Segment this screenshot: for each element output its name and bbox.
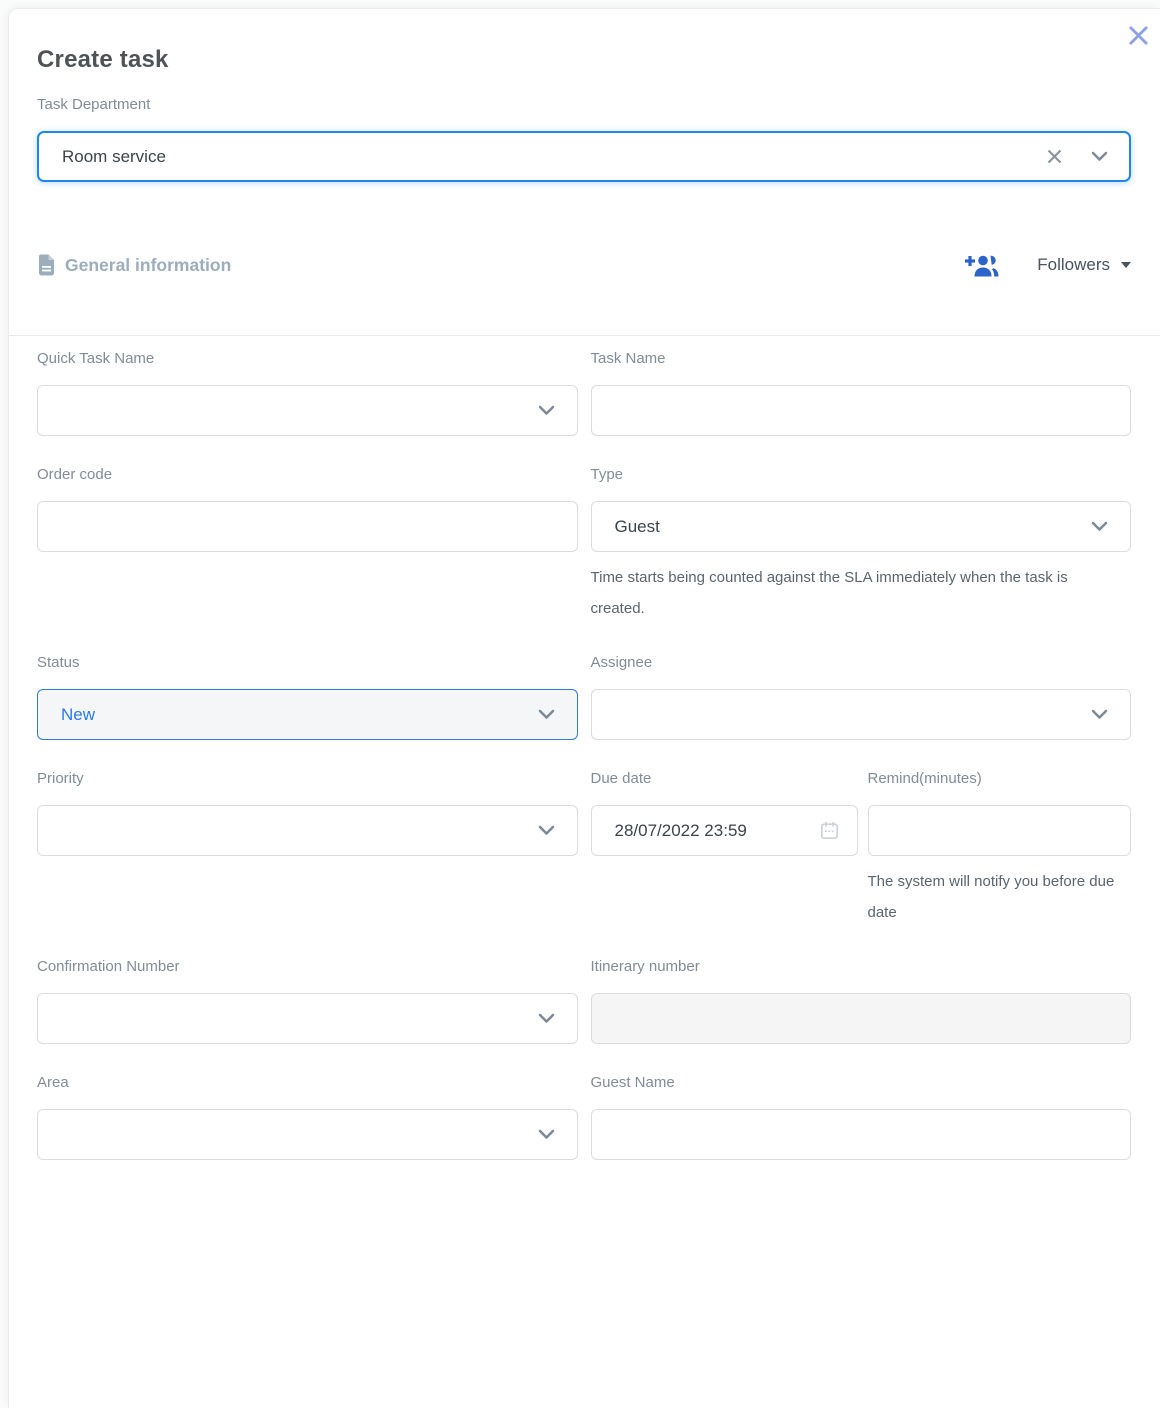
form-row: Status New Assignee — [37, 654, 1131, 740]
due-remind-group: Due date 28/07/2022 23:59 — [591, 770, 1132, 928]
due-date-label: Due date — [591, 770, 858, 788]
type-helper-text: Time starts being counted against the SL… — [591, 562, 1096, 624]
caret-down-icon — [1121, 262, 1131, 268]
remind-helper-text: The system will notify you before due da… — [868, 866, 1132, 928]
remind-field: Remind(minutes) The system will notify y… — [868, 770, 1132, 928]
remind-input[interactable] — [868, 805, 1132, 856]
followers-control[interactable]: Followers — [963, 252, 1131, 279]
quick-task-name-label: Quick Task Name — [37, 350, 578, 368]
task-name-input[interactable] — [591, 385, 1132, 436]
task-department-label: Task Department — [37, 96, 1131, 114]
section-header: General information Followers — [37, 244, 1131, 286]
order-code-field: Order code — [37, 466, 578, 552]
itinerary-number-input — [591, 993, 1132, 1044]
confirmation-number-label: Confirmation Number — [37, 958, 578, 976]
guest-name-field: Guest Name — [591, 1074, 1132, 1160]
guest-name-input[interactable] — [591, 1109, 1132, 1160]
area-select[interactable] — [37, 1109, 578, 1160]
assignee-select[interactable] — [591, 689, 1132, 740]
status-select[interactable]: New — [37, 689, 578, 740]
form-row: Quick Task Name Task Name — [37, 350, 1131, 436]
due-date-value: 28/07/2022 23:59 — [615, 821, 819, 841]
priority-label: Priority — [37, 770, 578, 788]
form-row: Order code Type Guest Time starts being … — [37, 466, 1131, 624]
task-department-value: Room service — [62, 147, 1046, 167]
remind-label: Remind(minutes) — [868, 770, 1132, 788]
calendar-icon[interactable] — [819, 820, 840, 841]
chevron-down-icon — [536, 1124, 557, 1145]
task-name-label: Task Name — [591, 350, 1132, 368]
status-value: New — [61, 705, 536, 725]
form-row: Priority Due date 28/07/2022 23:59 — [37, 770, 1131, 928]
order-code-input[interactable] — [37, 501, 578, 552]
chevron-down-icon — [536, 820, 557, 841]
quick-task-name-field: Quick Task Name — [37, 350, 578, 436]
type-value: Guest — [615, 517, 1090, 537]
section-title-label: General information — [65, 255, 231, 276]
confirmation-number-field: Confirmation Number — [37, 958, 578, 1044]
priority-select[interactable] — [37, 805, 578, 856]
person-add-icon[interactable] — [963, 252, 999, 279]
assignee-label: Assignee — [591, 654, 1132, 672]
task-department-select[interactable]: Room service — [37, 131, 1131, 182]
guest-name-label: Guest Name — [591, 1074, 1132, 1092]
chevron-down-icon[interactable] — [1089, 146, 1110, 167]
type-field: Type Guest Time starts being counted aga… — [591, 466, 1132, 624]
document-icon — [37, 254, 56, 276]
chevron-down-icon — [536, 400, 557, 421]
type-label: Type — [591, 466, 1132, 484]
area-field: Area — [37, 1074, 578, 1160]
due-date-input[interactable]: 28/07/2022 23:59 — [591, 805, 858, 856]
form-row: Area Guest Name — [37, 1074, 1131, 1160]
order-code-label: Order code — [37, 466, 578, 484]
due-date-field: Due date 28/07/2022 23:59 — [591, 770, 858, 928]
section-title: General information — [37, 254, 231, 276]
clear-icon[interactable] — [1046, 148, 1063, 165]
area-label: Area — [37, 1074, 578, 1092]
followers-label: Followers — [1037, 255, 1110, 275]
type-select[interactable]: Guest — [591, 501, 1132, 552]
close-icon[interactable] — [1124, 21, 1152, 49]
status-label: Status — [37, 654, 578, 672]
chevron-down-icon — [1089, 704, 1110, 725]
assignee-field: Assignee — [591, 654, 1132, 740]
page-title: Create task — [37, 46, 1131, 74]
chevron-down-icon — [1089, 516, 1110, 537]
confirmation-number-select[interactable] — [37, 993, 578, 1044]
create-task-form: Quick Task Name Task Name Order cod — [37, 336, 1131, 1160]
priority-field: Priority — [37, 770, 578, 856]
status-field: Status New — [37, 654, 578, 740]
quick-task-name-select[interactable] — [37, 385, 578, 436]
itinerary-number-field: Itinerary number — [591, 958, 1132, 1044]
itinerary-number-label: Itinerary number — [591, 958, 1132, 976]
create-task-modal: Create task Task Department Room service — [8, 8, 1160, 1408]
chevron-down-icon — [536, 1008, 557, 1029]
task-name-field: Task Name — [591, 350, 1132, 436]
form-row: Confirmation Number Itinerary number — [37, 958, 1131, 1044]
chevron-down-icon — [536, 704, 557, 725]
